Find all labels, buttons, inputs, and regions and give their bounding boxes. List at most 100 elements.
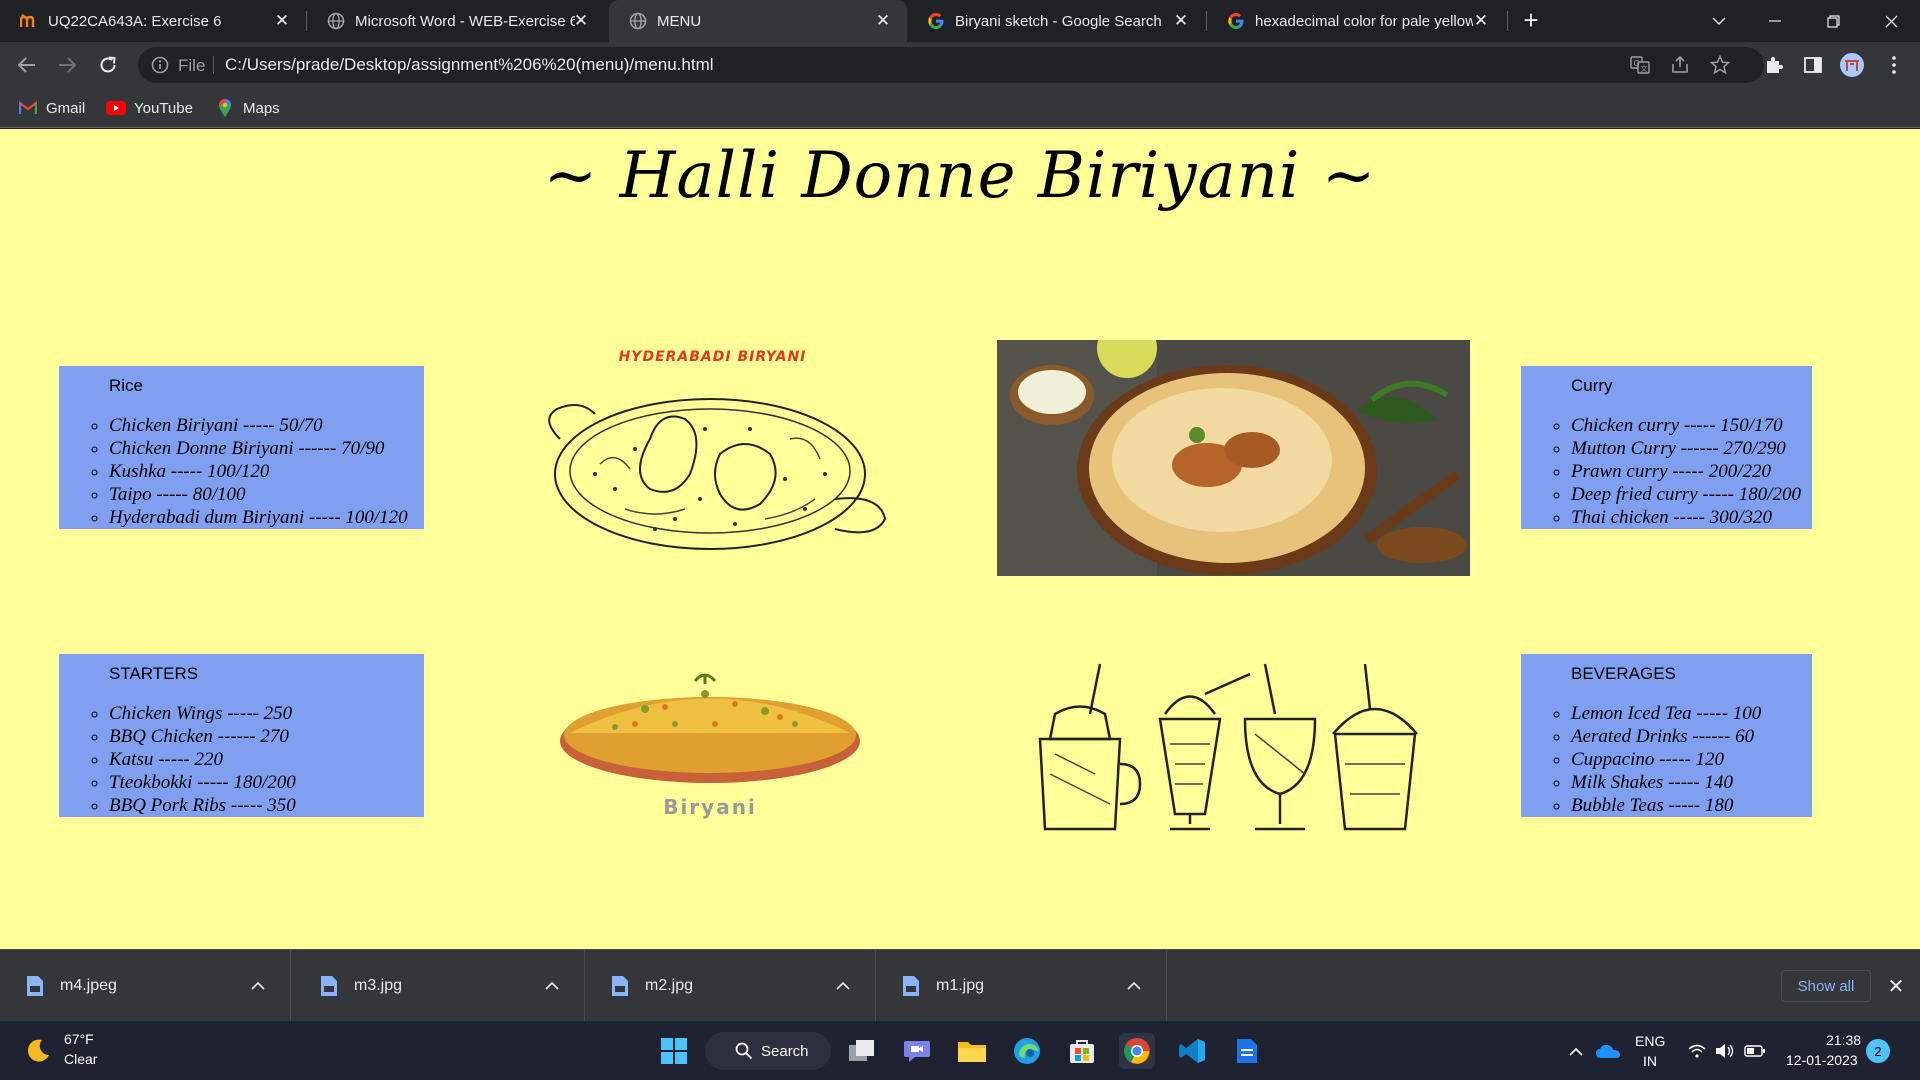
- svg-text:文: 文: [1641, 64, 1648, 73]
- download-item[interactable]: m3.jpg: [294, 950, 585, 1022]
- close-tab-icon[interactable]: ✕: [1171, 11, 1191, 31]
- download-item[interactable]: m2.jpg: [585, 950, 876, 1022]
- tab-menu[interactable]: MENU ✕: [609, 0, 907, 42]
- tab-hex-color-search[interactable]: hexadecimal color for pale yellow ✕: [1207, 0, 1505, 42]
- moon-weather-icon[interactable]: [20, 1033, 56, 1069]
- chevron-up-icon[interactable]: [540, 973, 564, 997]
- restore-icon[interactable]: [1818, 6, 1848, 36]
- weather-temperature: 67°F: [64, 1031, 94, 1047]
- show-all-downloads-button[interactable]: Show all: [1781, 970, 1871, 1002]
- file-explorer-icon[interactable]: [954, 1033, 990, 1069]
- onedrive-icon[interactable]: [1590, 1033, 1626, 1069]
- reload-icon[interactable]: [94, 51, 122, 79]
- edge-browser-icon[interactable]: [1009, 1033, 1045, 1069]
- gmail-icon: [18, 98, 38, 118]
- microsoft-store-icon[interactable]: [1064, 1033, 1100, 1069]
- site-info-icon[interactable]: [150, 55, 170, 75]
- kebab-menu-icon[interactable]: [1880, 51, 1908, 79]
- beverages-sketch: [1035, 654, 1435, 834]
- forward-arrow-icon[interactable]: [53, 51, 81, 79]
- beverages-menu-box: BEVERAGES Lemon Iced Tea ----- 100 Aerat…: [1521, 654, 1812, 817]
- list-item: Chicken Biriyani ----- 50/70: [109, 414, 408, 437]
- page-title: ~ Halli Donne Biriyani ~: [543, 139, 1377, 213]
- list-item: Cuppacino ----- 120: [1571, 748, 1761, 771]
- tab-biryani-search[interactable]: Biryani sketch - Google Search ✕: [907, 0, 1205, 42]
- file-icon: [27, 976, 43, 996]
- biryani-pot-sketch-icon: [548, 398, 887, 550]
- close-downloads-icon[interactable]: ✕: [1884, 974, 1908, 998]
- download-item[interactable]: m1.jpg: [876, 950, 1167, 1022]
- close-tab-icon[interactable]: ✕: [1471, 11, 1491, 31]
- bookmark-youtube[interactable]: YouTube: [106, 96, 193, 120]
- url-divider: [213, 56, 214, 74]
- chevron-up-tray-icon[interactable]: [1558, 1033, 1594, 1069]
- window-close-icon[interactable]: [1876, 6, 1906, 36]
- chevron-up-icon[interactable]: [1122, 973, 1146, 997]
- teams-chat-icon[interactable]: [899, 1033, 935, 1069]
- taskbar-search-button[interactable]: Search: [705, 1032, 831, 1070]
- notification-badge[interactable]: 2: [1866, 1039, 1890, 1063]
- tab-title: UQ22CA643A: Exercise 6: [48, 12, 222, 30]
- chevron-up-icon[interactable]: [246, 973, 270, 997]
- extensions-puzzle-icon[interactable]: [1760, 51, 1788, 79]
- tab-word-exercise[interactable]: Microsoft Word - WEB-Exercise 6 ✕: [307, 0, 605, 42]
- chevron-up-icon[interactable]: [831, 973, 855, 997]
- download-item[interactable]: m4.jpeg: [0, 950, 291, 1022]
- list-item: Chicken Donne Biriyani ------ 70/90: [109, 437, 408, 460]
- new-tab-button[interactable]: +: [1518, 7, 1544, 34]
- bookmark-maps[interactable]: Maps: [215, 96, 280, 120]
- section-heading: BEVERAGES: [1571, 664, 1676, 683]
- region-label[interactable]: IN: [1643, 1053, 1657, 1069]
- list-item: Mutton Curry ------ 270/290: [1571, 437, 1801, 460]
- tab-exercise6[interactable]: UQ22CA643A: Exercise 6 ✕: [0, 0, 306, 42]
- close-tab-icon[interactable]: ✕: [272, 11, 292, 31]
- list-item: Katsu ----- 220: [109, 748, 296, 771]
- tab-title: MENU: [657, 12, 702, 30]
- download-filename: m2.jpg: [645, 977, 694, 994]
- starters-list: Chicken Wings ----- 250 BBQ Chicken ----…: [109, 702, 296, 817]
- clock-date[interactable]: 12-01-2023: [1786, 1052, 1858, 1068]
- section-heading: STARTERS: [109, 664, 199, 683]
- youtube-icon: [106, 98, 126, 118]
- profile-avatar[interactable]: [1838, 51, 1866, 79]
- chrome-taskbar-icon[interactable]: [1119, 1033, 1155, 1069]
- globe-icon: [327, 12, 345, 30]
- bookmark-star-icon[interactable]: [1710, 55, 1730, 75]
- bookmark-gmail[interactable]: Gmail: [18, 96, 85, 120]
- list-item: Thai chicken ----- 300/320: [1571, 506, 1801, 529]
- rice-list: Chicken Biriyani ----- 50/70 Chicken Don…: [109, 414, 408, 529]
- list-item: Aerated Drinks ------ 60: [1571, 725, 1761, 748]
- close-tab-icon[interactable]: ✕: [571, 11, 591, 31]
- close-tab-icon[interactable]: ✕: [873, 11, 893, 31]
- language-label[interactable]: ENG: [1635, 1033, 1665, 1049]
- clock-time[interactable]: 21:38: [1826, 1032, 1861, 1048]
- battery-icon[interactable]: [1737, 1033, 1773, 1069]
- back-arrow-icon[interactable]: [13, 51, 41, 79]
- address-bar[interactable]: File C:/Users/prade/Desktop/assignment%2…: [138, 47, 1764, 83]
- maps-icon: [215, 98, 235, 118]
- url-text[interactable]: C:/Users/prade/Desktop/assignment%206%20…: [225, 55, 714, 75]
- minimize-icon[interactable]: [1760, 6, 1790, 36]
- list-item: BBQ Chicken ------ 270: [109, 725, 296, 748]
- search-icon: [735, 1042, 753, 1060]
- translate-icon[interactable]: G文: [1630, 55, 1650, 75]
- file-icon: [321, 976, 337, 996]
- download-filename: m1.jpg: [936, 977, 985, 994]
- file-icon: [612, 976, 628, 996]
- side-panel-icon[interactable]: [1799, 51, 1827, 79]
- share-icon[interactable]: [1670, 55, 1690, 75]
- curry-menu-box: Curry Chicken curry ----- 150/170 Mutton…: [1521, 366, 1812, 529]
- notepad-icon[interactable]: [1229, 1033, 1265, 1069]
- url-scheme: File: [178, 56, 206, 75]
- tab-search-chevron-icon[interactable]: [1704, 6, 1734, 36]
- biryani-plate-icon: [560, 673, 860, 783]
- list-item: BBQ Pork Ribs ----- 350: [109, 794, 296, 817]
- windows-start-icon[interactable]: [656, 1033, 692, 1069]
- sketch-caption: HYDERABADI BIRYANI: [618, 349, 807, 365]
- bookmarks-bar: Gmail YouTube Maps: [0, 88, 1920, 128]
- svg-text:G: G: [1634, 59, 1640, 68]
- file-icon: [903, 976, 919, 996]
- task-view-icon[interactable]: [844, 1033, 880, 1069]
- vscode-icon[interactable]: [1174, 1033, 1210, 1069]
- globe-icon: [629, 12, 647, 30]
